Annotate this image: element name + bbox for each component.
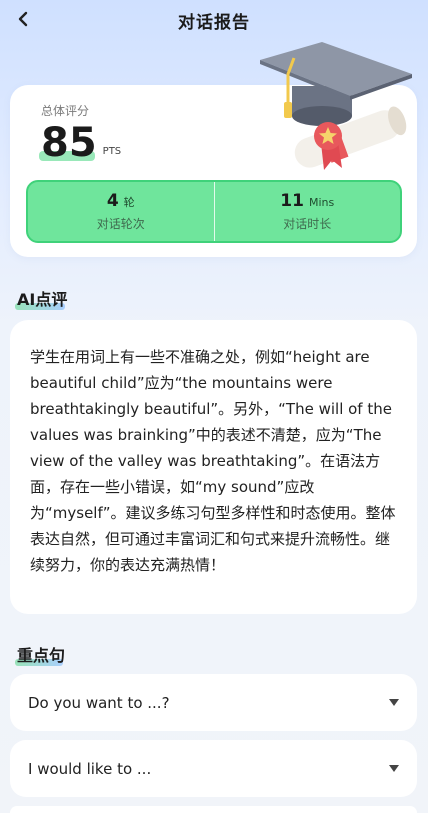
score-value-group: 85 PTS — [39, 119, 122, 167]
stat-duration-label: 对话时长 — [283, 217, 332, 231]
score-unit: PTS — [102, 146, 122, 157]
caret-down-icon[interactable] — [389, 765, 399, 772]
key-sentence-item[interactable]: I would like to ... — [10, 740, 417, 797]
key-sentence-item[interactable]: Do you want to ...? — [10, 674, 417, 731]
ai-review-text: 学生在用词上有一些不准确之处，例如“height are beautiful c… — [30, 348, 396, 574]
ai-review-heading: AI点评 — [15, 290, 68, 310]
ai-review-card: 学生在用词上有一些不准确之处，例如“height are beautiful c… — [10, 320, 417, 614]
header-bar: 对话报告 — [0, 0, 428, 40]
page-title: 对话报告 — [178, 13, 250, 33]
stat-duration: 11 Mins 对话时长 — [213, 182, 401, 241]
score-label: 总体评分 — [41, 104, 90, 118]
stat-rounds-label: 对话轮次 — [96, 217, 145, 231]
stat-rounds: 4 轮 对话轮次 — [28, 182, 214, 241]
key-sentence-text: Do you want to ...? — [28, 693, 170, 712]
stat-rounds-value: 4 — [106, 191, 119, 211]
stat-rounds-unit: 轮 — [123, 196, 135, 209]
key-sentences-heading: 重点句 — [15, 646, 66, 666]
stat-duration-value: 11 — [280, 191, 304, 211]
score-number: 85 — [41, 120, 97, 166]
stat-duration-unit: Mins — [308, 196, 335, 209]
key-sentence-text: I would like to ... — [28, 759, 152, 778]
caret-down-icon[interactable] — [389, 699, 399, 706]
graduation-cap-icon — [260, 42, 412, 170]
stats-panel: 4 轮 对话轮次 11 Mins 对话时长 — [26, 180, 402, 243]
key-sentence-item-partial[interactable] — [10, 806, 417, 813]
